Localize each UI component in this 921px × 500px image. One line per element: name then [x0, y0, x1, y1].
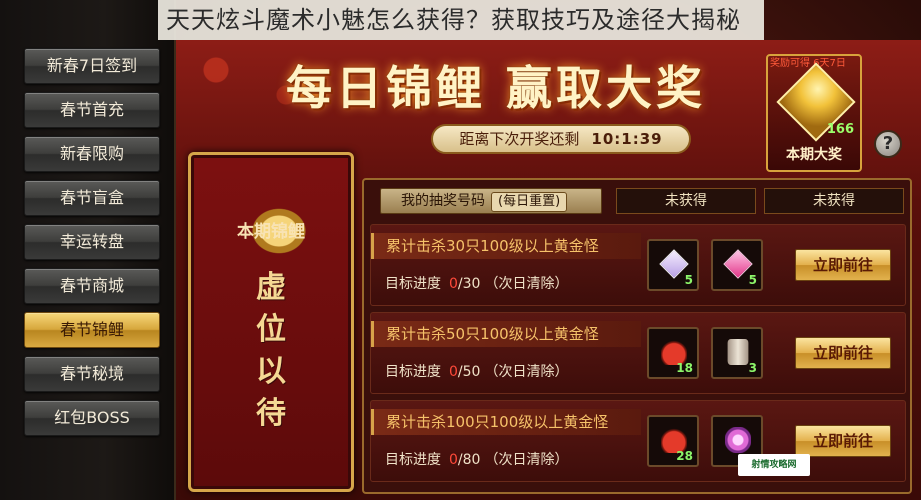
lottery-slot-1: 未获得: [616, 188, 756, 214]
progress-label: 目标进度: [385, 364, 441, 380]
grand-prize-box[interactable]: 奖励可得 6天7日 166 本期大奖: [766, 54, 862, 172]
reward-count: 28: [676, 449, 693, 463]
progress-current: 0: [449, 452, 458, 468]
progress-note: （次日清除）: [484, 452, 569, 468]
task-row: 累计击杀30只100级以上黄金怪 目标进度 0/30 （次日清除） 5 5 立即前往: [370, 224, 906, 306]
site-watermark: 射情攻略网: [738, 454, 810, 476]
sidebar-item-secret-realm[interactable]: 春节秘境: [24, 356, 160, 392]
countdown-label: 距离下次开奖还剩: [459, 130, 580, 148]
event-sidebar: 新春7日签到 春节首充 新春限购 春节盲盒 幸运转盘 春节商城 春节锦鲤 春节秘…: [0, 0, 176, 500]
progress-target: /50: [457, 364, 481, 380]
sidebar-item-lucky-wheel[interactable]: 幸运转盘: [24, 224, 160, 260]
event-banner-title: 每日锦鲤 赢取大奖: [285, 61, 706, 115]
article-caption: 天天炫斗魔术小魅怎么获得？获取技巧及途径大揭秘: [158, 0, 764, 40]
lottery-label-text: 我的抽奖号码: [401, 193, 485, 209]
reward-slot[interactable]: 3: [711, 327, 763, 379]
sidebar-item-limited-buy[interactable]: 新春限购: [24, 136, 160, 172]
task-progress: 目标进度 0/80 （次日清除）: [385, 449, 568, 469]
grand-prize-count: 166: [826, 122, 854, 137]
go-now-button[interactable]: 立即前往: [795, 425, 891, 457]
reward-count: 5: [748, 273, 757, 287]
lottery-number-label: 我的抽奖号码 (每日重置): [380, 188, 602, 214]
reward-count: 5: [684, 273, 693, 287]
task-name: 累计击杀50只100级以上黄金怪: [371, 321, 641, 347]
progress-target: /30: [457, 276, 481, 292]
reward-slot[interactable]: 5: [711, 239, 763, 291]
reward-slot[interactable]: 18: [647, 327, 699, 379]
sidebar-item-red-packet-boss[interactable]: 红包BOSS: [24, 400, 160, 436]
task-progress: 目标进度 0/30 （次日清除）: [385, 273, 568, 293]
lilac-gem-icon: [725, 427, 751, 453]
reward-slot[interactable]: 28: [647, 415, 699, 467]
go-now-button[interactable]: 立即前往: [795, 249, 891, 281]
koi-winner-scroll: 本期锦鲤 虚位以待: [188, 152, 354, 492]
progress-target: /80: [457, 452, 481, 468]
progress-current: 0: [449, 364, 458, 380]
go-now-button[interactable]: 立即前往: [795, 337, 891, 369]
draw-countdown: 距离下次开奖还剩 10:1:39: [431, 124, 691, 154]
task-name: 累计击杀30只100级以上黄金怪: [371, 233, 641, 259]
daily-reset-tag: (每日重置): [491, 192, 568, 212]
task-panel: 我的抽奖号码 (每日重置) 未获得 未获得 累计击杀30只100级以上黄金怪 目标…: [362, 178, 912, 494]
help-button[interactable]: ?: [874, 130, 902, 158]
reward-count: 18: [676, 361, 693, 375]
lottery-slot-2: 未获得: [764, 188, 904, 214]
task-row: 累计击杀100只100级以上黄金怪 目标进度 0/80 （次日清除） 28 立即前往: [370, 400, 906, 482]
task-progress: 目标进度 0/50 （次日清除）: [385, 361, 568, 381]
grand-prize-label: 本期大奖: [786, 147, 842, 163]
ore-icon: [727, 339, 749, 365]
sidebar-item-shop[interactable]: 春节商城: [24, 268, 160, 304]
progress-label: 目标进度: [385, 452, 441, 468]
sidebar-item-koi[interactable]: 春节锦鲤: [24, 312, 160, 348]
progress-note: （次日清除）: [484, 364, 569, 380]
watermark-text: 射情攻略网: [751, 460, 797, 470]
game-event-screen: 天天炫斗魔术小魅怎么获得？获取技巧及途径大揭秘 新春7日签到 春节首充 新春限购…: [0, 0, 921, 500]
lottery-header: 我的抽奖号码 (每日重置) 未获得 未获得: [370, 186, 906, 216]
sidebar-item-first-recharge[interactable]: 春节首充: [24, 92, 160, 128]
progress-label: 目标进度: [385, 276, 441, 292]
koi-title: 本期锦鲤: [237, 222, 305, 242]
progress-current: 0: [449, 276, 458, 292]
koi-placeholder-text: 虚位以待: [256, 270, 286, 431]
reward-slot[interactable]: 5: [647, 239, 699, 291]
task-row: 累计击杀50只100级以上黄金怪 目标进度 0/50 （次日清除） 18 3 立即前…: [370, 312, 906, 394]
sidebar-item-blind-box[interactable]: 春节盲盒: [24, 180, 160, 216]
sidebar-item-signin[interactable]: 新春7日签到: [24, 48, 160, 84]
countdown-time: 10:1:39: [591, 130, 663, 148]
progress-note: （次日清除）: [484, 276, 569, 292]
task-name: 累计击杀100只100级以上黄金怪: [371, 409, 641, 435]
koi-event-panel: 每日锦鲤 赢取大奖 距离下次开奖还剩 10:1:39 奖励可得 6天7日 166 …: [176, 40, 921, 500]
reward-count: 3: [748, 361, 757, 375]
koi-placeholder: 虚位以待: [191, 267, 351, 435]
